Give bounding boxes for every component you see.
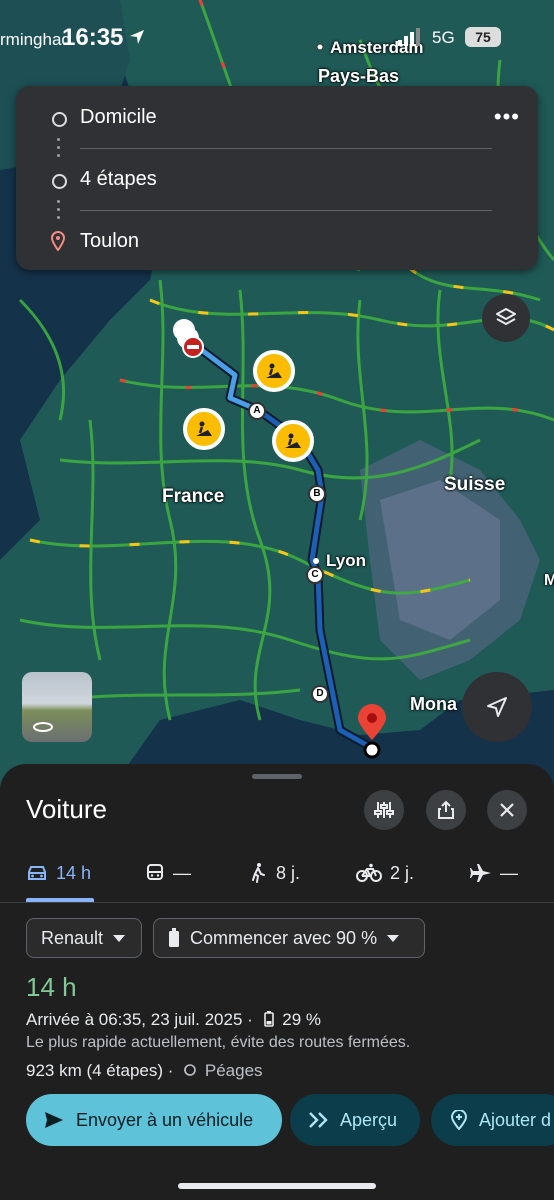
map-label-edge: M (544, 572, 554, 589)
airplane-icon (470, 864, 491, 882)
street-view-icon (32, 720, 54, 732)
chevron-down-icon (113, 934, 126, 942)
arrival-info: Arrivée à 06:35, 23 juil. 2025 · 29 % (26, 1010, 321, 1030)
layers-button[interactable] (482, 294, 530, 342)
route-card: Domicile 4 étapes Toulon ••• (16, 86, 538, 270)
train-icon (147, 864, 163, 880)
add-stop-label: Ajouter d (479, 1109, 552, 1130)
car-icon (28, 866, 46, 880)
battery-dropdown-label: Commencer avec 90 % (190, 927, 378, 948)
share-icon (438, 800, 454, 819)
street-view-thumbnail[interactable] (22, 672, 92, 742)
route-note: Le plus rapide actuellement, évite des r… (26, 1034, 411, 1051)
sliders-icon (374, 802, 394, 818)
add-stop-button[interactable]: Ajouter d (431, 1094, 554, 1146)
tab-walk-label: 8 j. (276, 862, 301, 883)
tolls-label: Péages (204, 1061, 263, 1080)
battery-indicator: 75 (465, 27, 501, 47)
send-icon (45, 1112, 63, 1128)
divider (80, 148, 492, 149)
connector-dots (57, 200, 60, 224)
send-to-vehicle-label: Envoyer à un véhicule (76, 1109, 254, 1130)
add-location-icon (450, 1110, 468, 1130)
tab-walk[interactable]: 8 j. (248, 858, 300, 888)
route-stops-row[interactable]: 4 étapes (16, 160, 538, 200)
chevron-down-icon (387, 934, 400, 942)
network-type: 5G (432, 28, 455, 47)
map-label-suisse: Suisse (444, 474, 506, 495)
preview-button[interactable]: Aperçu (290, 1094, 420, 1146)
route-distance: 923 km (4 étapes) · (26, 1061, 174, 1080)
tab-transit-label: — (173, 862, 191, 883)
navigation-arrow-icon (487, 697, 507, 717)
more-options-icon[interactable]: ••• (494, 104, 520, 130)
waypoint-b[interactable]: B (308, 485, 326, 503)
map-label-lyon: Lyon (326, 551, 366, 570)
divider (80, 210, 492, 211)
battery-icon (169, 928, 179, 947)
battery-dropdown[interactable]: Commencer avec 90 % (153, 918, 425, 958)
status-left-text: rminghad (0, 30, 71, 49)
tab-bike[interactable]: 2 j. (356, 858, 414, 888)
bike-icon (356, 863, 382, 882)
waypoint-c[interactable]: C (306, 566, 324, 584)
tab-flight[interactable]: — (470, 858, 518, 888)
status-bar: rminghad 16:35 5G 75 (0, 22, 554, 54)
route-options-button[interactable] (364, 790, 404, 830)
destination-pin-icon (51, 231, 65, 251)
route-stops: 4 étapes (80, 168, 157, 190)
roadwork-marker[interactable] (272, 420, 314, 462)
vehicle-dropdown[interactable]: Renault (26, 918, 142, 958)
tab-bike-label: 2 j. (390, 862, 415, 883)
status-time: 16:35 (62, 24, 124, 51)
close-icon (500, 803, 514, 817)
stop-circle-icon (52, 174, 67, 189)
route-origin-row[interactable]: Domicile (16, 98, 538, 138)
travel-mode-tabs: 14 h — 8 j. 2 j. — (0, 850, 554, 902)
map-label-france: France (162, 486, 225, 507)
origin-circle-icon (52, 112, 67, 127)
walk-icon (252, 863, 265, 883)
waypoint-a[interactable]: A (248, 402, 266, 420)
directions-sheet: Voiture 14 h — 8 j. 2 j. — Renault Comme… (0, 764, 554, 1200)
arrival-battery: 29 % (282, 1010, 322, 1029)
send-to-vehicle-button[interactable]: Envoyer à un véhicule (26, 1094, 282, 1146)
sheet-title: Voiture (26, 794, 107, 824)
location-arrow-icon (130, 30, 144, 44)
battery-icon (263, 1011, 274, 1027)
tab-flight-label: — (500, 862, 518, 883)
recenter-button[interactable] (462, 672, 532, 742)
divider (0, 902, 554, 903)
toll-icon (184, 1064, 196, 1076)
signal-icon (398, 28, 420, 46)
tab-car[interactable]: 14 h (26, 858, 91, 888)
map-label-monaco: Mona (410, 694, 457, 714)
preview-label: Aperçu (340, 1109, 398, 1130)
vehicle-dropdown-label: Renault (41, 927, 104, 948)
drag-handle[interactable] (252, 774, 302, 779)
layers-icon (496, 308, 516, 325)
share-button[interactable] (426, 790, 466, 830)
roadwork-marker[interactable] (183, 408, 225, 450)
roadwork-marker[interactable] (253, 350, 295, 392)
tab-transit[interactable]: — (145, 858, 191, 888)
double-chevron-right-icon (309, 1112, 328, 1128)
route-destination-row[interactable]: Toulon (16, 222, 538, 262)
route-destination: Toulon (80, 230, 139, 252)
waypoint-d[interactable]: D (311, 685, 329, 703)
tab-car-label: 14 h (56, 862, 92, 883)
route-distance-info: 923 km (4 étapes) · Péages (26, 1061, 263, 1081)
route-origin: Domicile (80, 106, 157, 128)
route-duration: 14 h (26, 972, 77, 1002)
connector-dots (57, 138, 60, 162)
home-indicator[interactable] (178, 1183, 376, 1189)
close-button[interactable] (487, 790, 527, 830)
map-label-pays-bas: Pays-Bas (318, 66, 400, 86)
arrival-time: Arrivée à 06:35, 23 juil. 2025 · (26, 1010, 253, 1029)
